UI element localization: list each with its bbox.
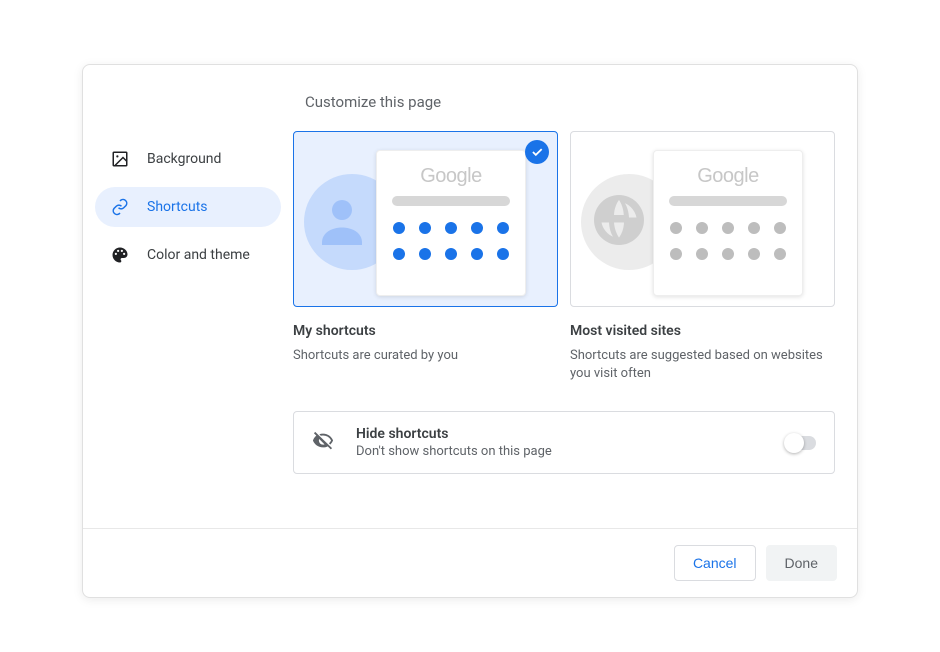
sidebar-item-shortcuts[interactable]: Shortcuts (95, 187, 281, 227)
dialog-title: Customize this page (83, 65, 857, 111)
sidebar-item-label: Color and theme (147, 247, 250, 263)
card-my-shortcuts[interactable]: Google (293, 131, 558, 307)
card-description: Shortcuts are curated by you (293, 347, 558, 365)
dialog-footer: Cancel Done (83, 528, 857, 597)
hide-toggle[interactable] (786, 436, 816, 450)
card-description: Shortcuts are suggested based on website… (570, 347, 835, 383)
shortcut-dots (670, 222, 786, 260)
google-logo: Google (697, 165, 759, 188)
sidebar-item-label: Background (147, 151, 221, 167)
image-icon (111, 150, 129, 168)
option-cards: Google My shortcuts Shortcuts are curate… (293, 131, 837, 383)
hide-title: Hide shortcuts (356, 426, 764, 442)
hide-texts: Hide shortcuts Don't show shortcuts on t… (356, 426, 764, 459)
search-bar-placeholder (669, 196, 787, 206)
shortcut-dots (393, 222, 509, 260)
content-panel: Google My shortcuts Shortcuts are curate… (293, 131, 857, 528)
palette-icon (111, 246, 129, 264)
preview-card: Google (653, 150, 803, 296)
customize-dialog: Customize this page Background (82, 64, 858, 598)
person-icon (312, 190, 372, 250)
search-bar-placeholder (392, 196, 510, 206)
sidebar-item-color-theme[interactable]: Color and theme (95, 235, 281, 275)
toggle-knob (784, 433, 804, 453)
sidebar-item-label: Shortcuts (147, 199, 208, 215)
option-most-visited: Google Most visited sites Shortcuts are … (570, 131, 835, 383)
done-button[interactable]: Done (766, 545, 837, 581)
google-logo: Google (420, 165, 482, 188)
globe-icon (589, 190, 649, 250)
hide-description: Don't show shortcuts on this page (356, 444, 764, 459)
option-my-shortcuts: Google My shortcuts Shortcuts are curate… (293, 131, 558, 383)
check-icon (525, 140, 549, 164)
sidebar-item-background[interactable]: Background (95, 139, 281, 179)
card-title: Most visited sites (570, 323, 835, 339)
preview-card: Google (376, 150, 526, 296)
link-icon (111, 198, 129, 216)
sidebar: Background Shortcuts Color and theme (83, 131, 293, 528)
hide-icon (312, 430, 334, 456)
card-title: My shortcuts (293, 323, 558, 339)
dialog-body: Background Shortcuts Color and theme (83, 111, 857, 528)
cancel-button[interactable]: Cancel (674, 545, 756, 581)
hide-shortcuts-row: Hide shortcuts Don't show shortcuts on t… (293, 411, 835, 474)
card-most-visited[interactable]: Google (570, 131, 835, 307)
